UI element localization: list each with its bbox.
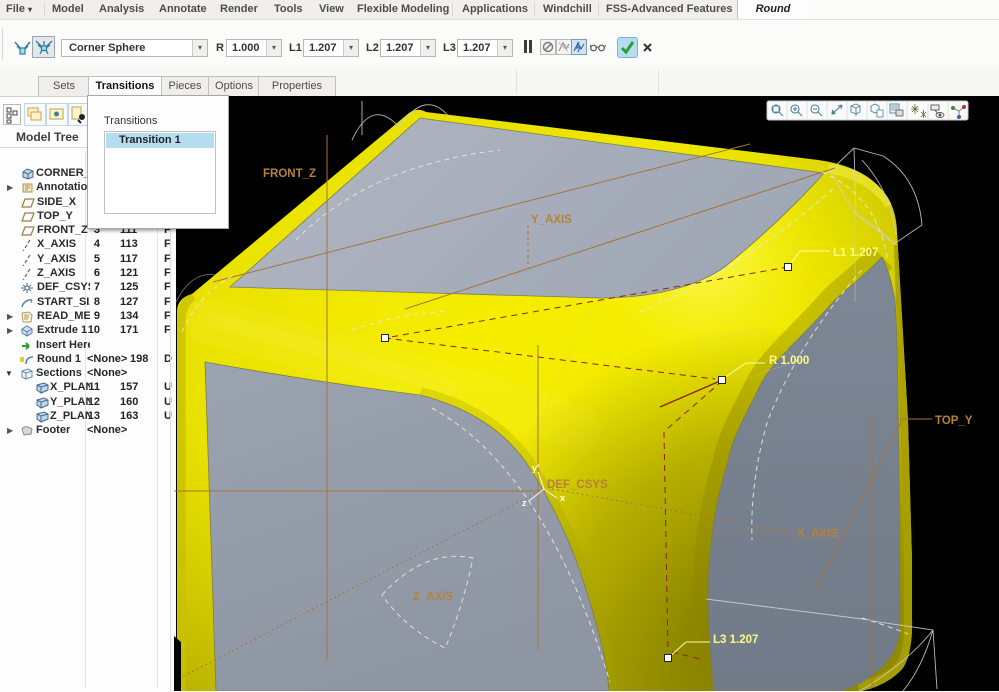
svg-text:Y_AXIS: Y_AXIS [531,214,572,226]
svg-text:z: z [522,498,527,508]
svg-text:Z_AXIS: Z_AXIS [413,591,454,603]
svg-text:FRONT_Z: FRONT_Z [263,168,316,180]
svg-text:L3 1.207: L3 1.207 [713,634,758,646]
svg-text:L1 1.207: L1 1.207 [833,247,878,259]
svg-text:R 1.000: R 1.000 [769,355,809,367]
svg-text:TOP_Y: TOP_Y [935,415,973,427]
svg-text:y': y' [532,463,539,473]
svg-text:x: x [560,493,565,503]
svg-text:DEF_CSYS: DEF_CSYS [547,479,608,491]
svg-text:X_AXIS: X_AXIS [797,528,838,540]
